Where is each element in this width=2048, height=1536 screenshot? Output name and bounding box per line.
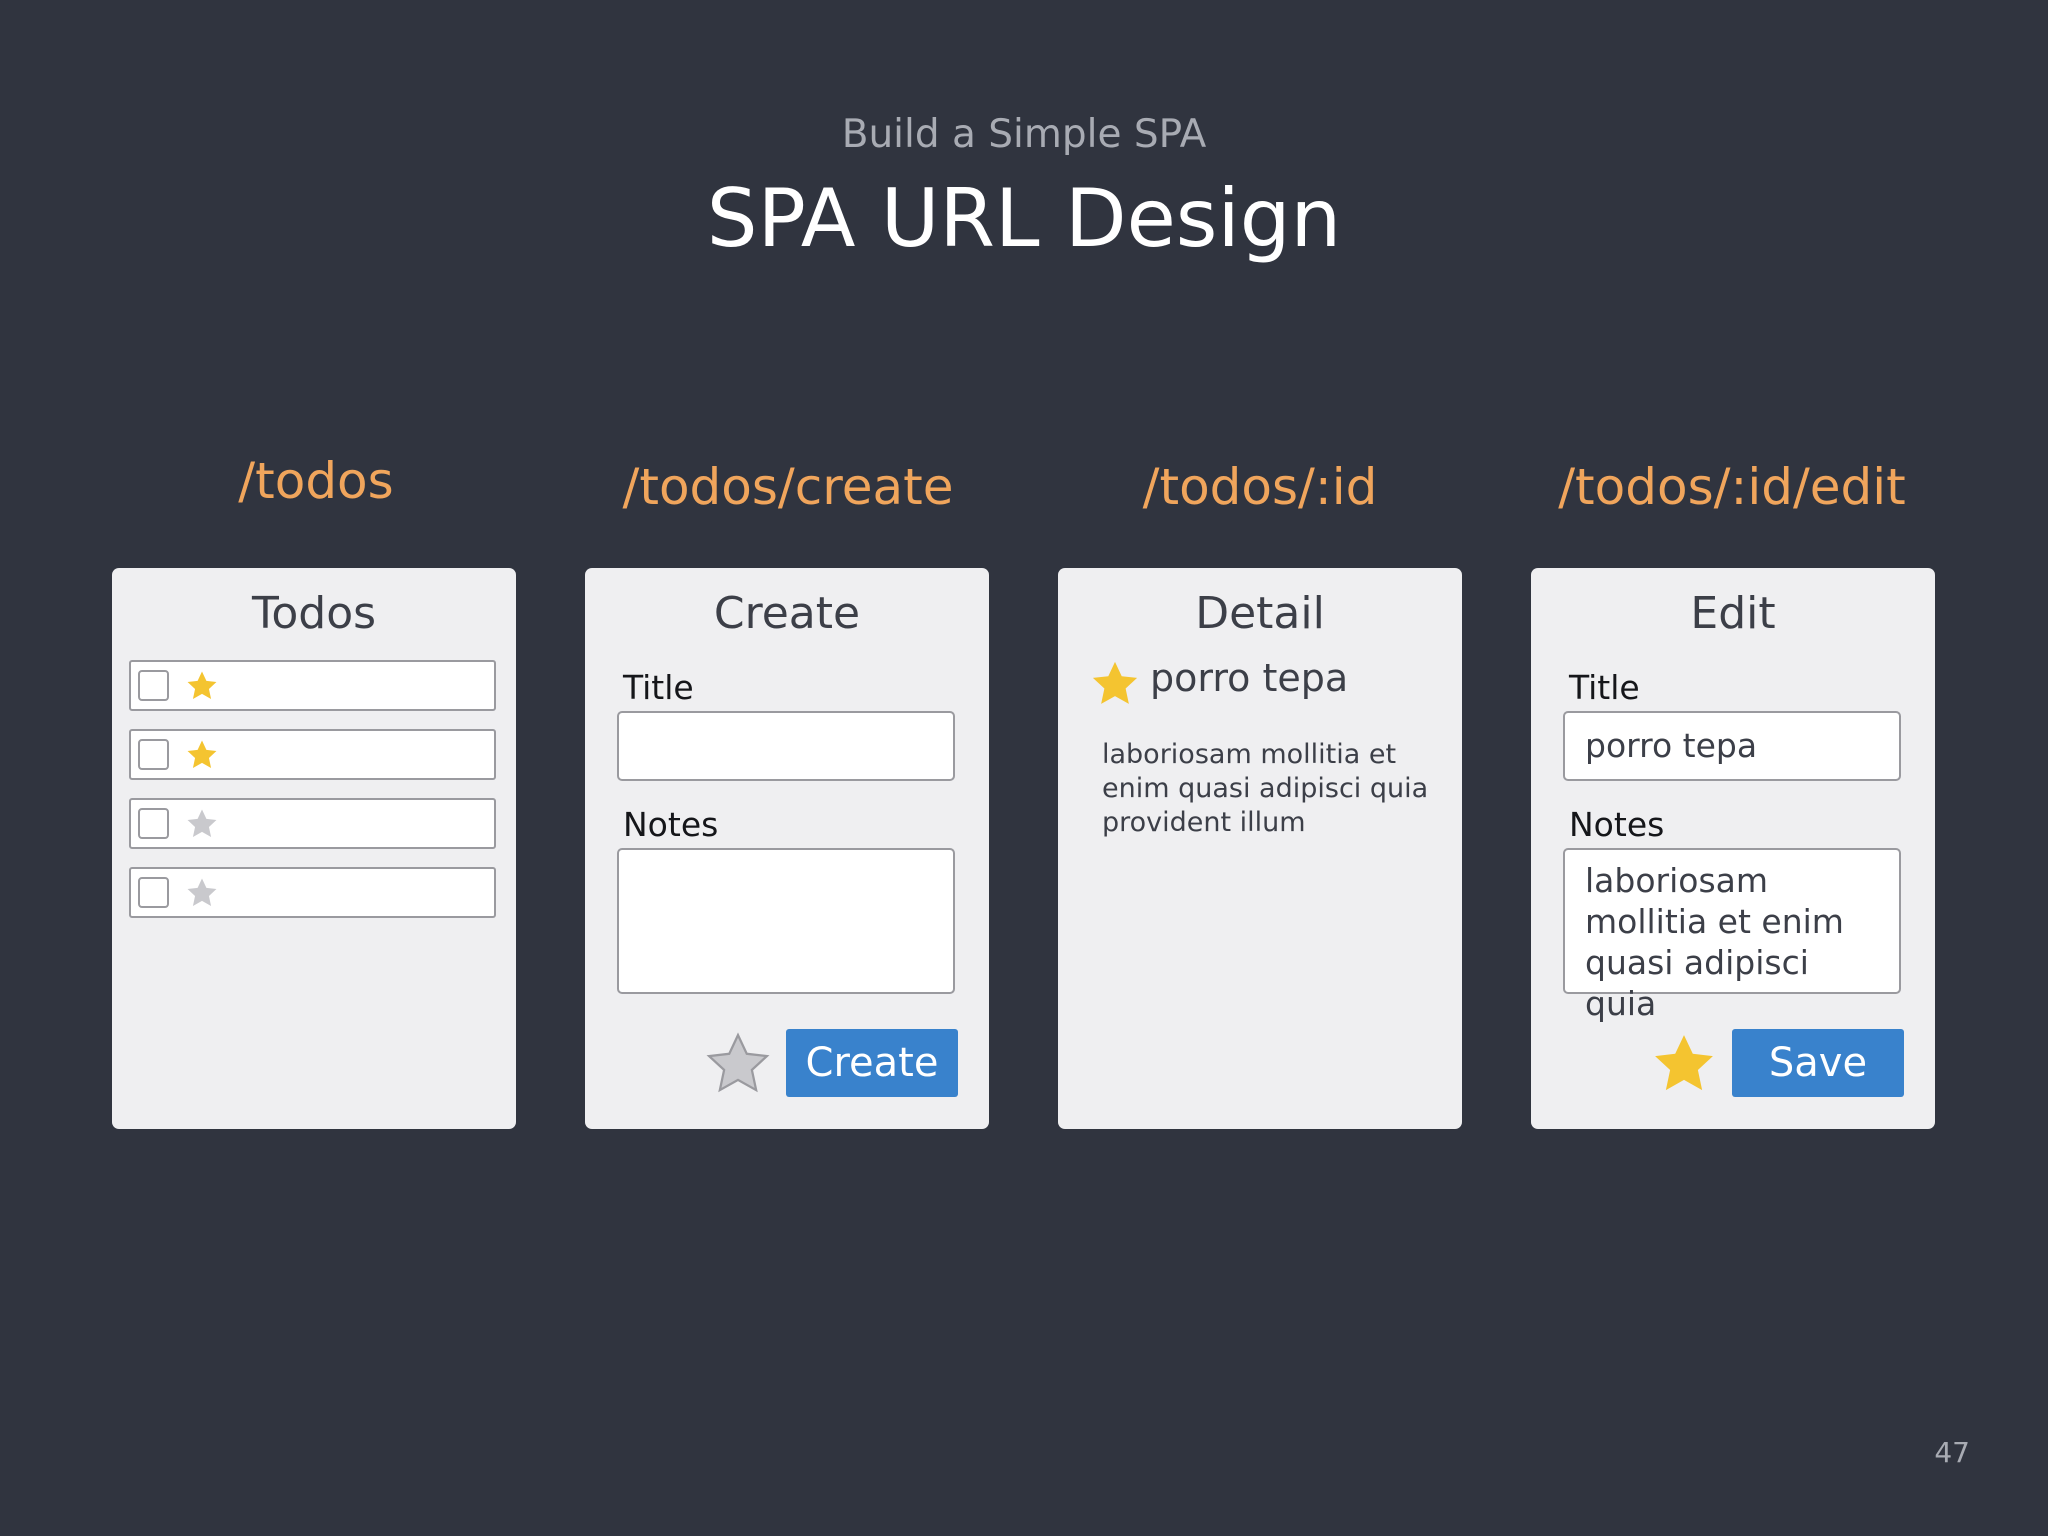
star-icon[interactable] [185,738,219,772]
edit-notes-input[interactable]: laboriosam mollitia et enim quasi adipis… [1563,848,1901,1023]
todo-row[interactable] [129,867,496,918]
create-notes-label: Notes [623,805,719,844]
create-card: Create Title Notes Create [585,568,989,1129]
create-button[interactable]: Create [786,1029,958,1097]
todos-card-title: Todos [251,588,377,639]
route-todos-create: /todos/create [622,458,954,516]
todo-checkbox[interactable] [138,877,169,908]
route-todos-id: /todos/:id [1142,458,1378,516]
page-number: 47 [1934,1436,1970,1469]
edit-title-label: Title [1569,668,1640,707]
create-title-label: Title [623,668,694,707]
detail-card-title: Detail [1195,588,1325,639]
detail-todo-notes: laboriosam mollitia et enim quasi adipis… [1102,739,1429,838]
star-icon[interactable] [185,807,219,841]
route-todos: /todos [238,452,394,510]
edit-title-input[interactable]: porro tepa [1563,711,1901,781]
edit-card: Edit Title porro tepa Notes laboriosam m… [1531,568,1935,1129]
create-card-title: Create [713,588,861,639]
star-icon[interactable] [1649,1030,1719,1098]
edit-notes-label: Notes [1569,805,1665,844]
todo-checkbox[interactable] [138,739,169,770]
todos-card: Todos [112,568,516,1129]
create-title-input[interactable] [617,711,955,781]
todo-row[interactable] [129,660,496,711]
detail-card: Detail porro tepa laboriosam mollitia et… [1058,568,1462,1129]
detail-todo-title: porro tepa [1150,656,1349,700]
star-icon[interactable] [185,669,219,703]
todo-checkbox[interactable] [138,808,169,839]
save-button[interactable]: Save [1732,1029,1904,1097]
star-icon[interactable] [185,876,219,910]
edit-card-title: Edit [1690,588,1776,639]
slide-subtitle: Build a Simple SPA [841,112,1207,157]
slide-title: SPA URL Design [706,172,1342,265]
todo-checkbox[interactable] [138,670,169,701]
todo-row[interactable] [129,798,496,849]
star-icon[interactable] [703,1030,773,1098]
todo-row[interactable] [129,729,496,780]
create-notes-input[interactable] [617,848,955,994]
star-icon [1092,661,1138,704]
route-todos-id-edit: /todos/:id/edit [1558,458,1906,516]
